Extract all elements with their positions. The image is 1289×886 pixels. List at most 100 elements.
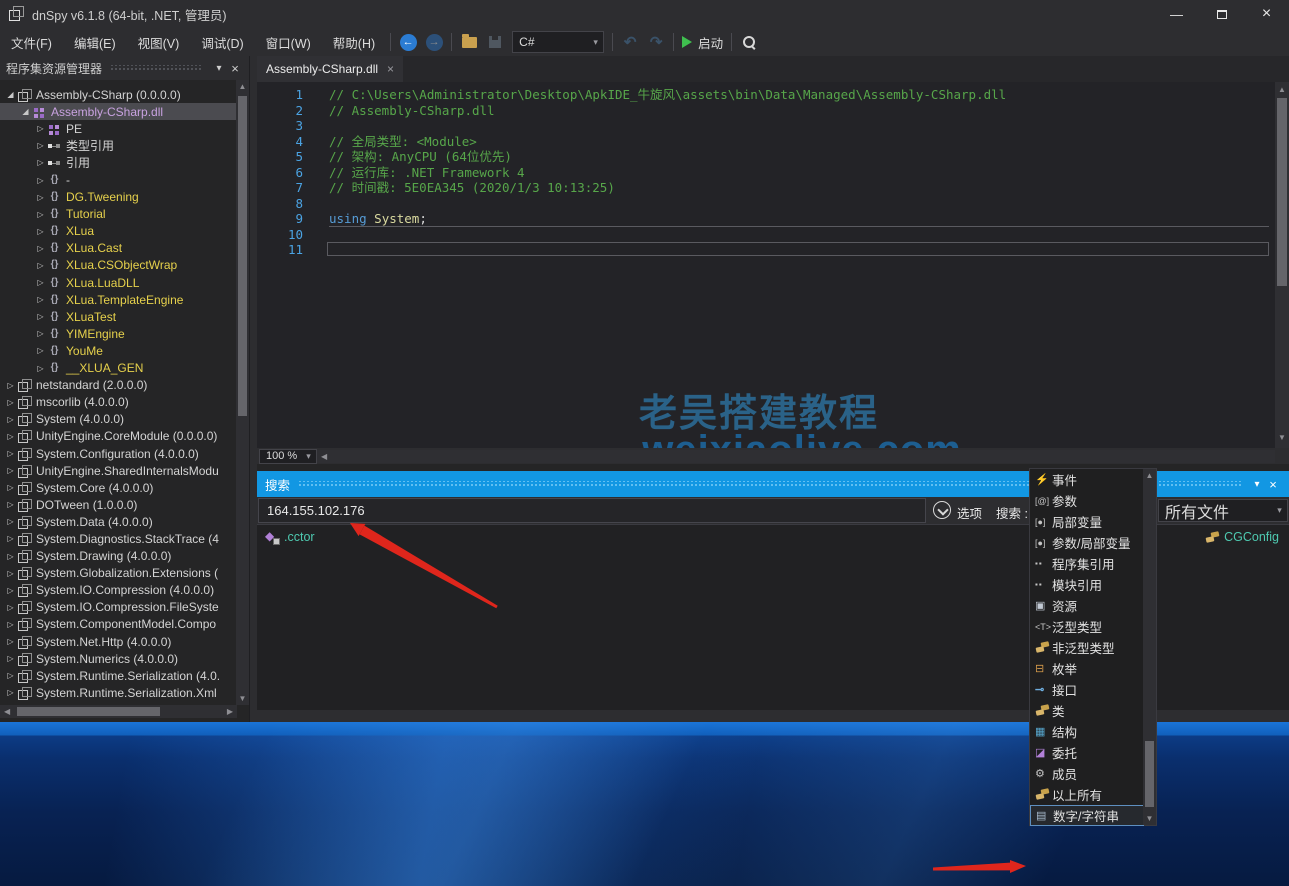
tree-item[interactable]: ▷System.Globalization.Extensions ( <box>0 565 237 582</box>
start-debug-button[interactable]: 启动 <box>678 30 727 54</box>
expander-closed-icon[interactable]: ▷ <box>4 569 17 578</box>
scroll-left-icon[interactable]: ◀ <box>4 705 10 718</box>
expander-closed-icon[interactable]: ▷ <box>34 261 47 270</box>
file-filter-combobox[interactable]: 所有文件 ▾ <box>1158 499 1288 522</box>
dropdown-item-ref[interactable]: ▪▪模块引用 <box>1030 574 1144 595</box>
tree-item[interactable]: ▷DOTween (1.0.0.0) <box>0 496 237 513</box>
scroll-up-icon[interactable]: ▲ <box>236 82 249 91</box>
dropdown-item-param[interactable]: [@]参数 <box>1030 490 1144 511</box>
code-editor[interactable]: 1// C:\Users\Administrator\Desktop\ApkID… <box>257 82 1289 448</box>
expander-closed-icon[interactable]: ▷ <box>4 398 17 407</box>
expander-closed-icon[interactable]: ▷ <box>34 278 47 287</box>
expander-closed-icon[interactable]: ▷ <box>4 603 17 612</box>
dropdown-item-struct[interactable]: ▦结构 <box>1030 721 1144 742</box>
tree-item[interactable]: ▷System.Drawing (4.0.0.0) <box>0 548 237 565</box>
scrollbar-thumb[interactable] <box>1145 741 1154 807</box>
search-result-type[interactable]: CGConfig <box>1205 530 1279 544</box>
expander-closed-icon[interactable]: ▷ <box>34 193 47 202</box>
expander-closed-icon[interactable]: ▷ <box>4 637 17 646</box>
expander-closed-icon[interactable]: ▷ <box>34 141 47 150</box>
dropdown-item-resource[interactable]: ▣资源 <box>1030 595 1144 616</box>
title-bar[interactable]: dnSpy v6.1.8 (64-bit, .NET, 管理员) — × <box>0 0 1289 28</box>
panel-splitter[interactable] <box>250 56 257 722</box>
assembly-explorer-header[interactable]: 程序集资源管理器 ▾ × <box>0 56 249 80</box>
tree-item[interactable]: ▷{}Tutorial <box>0 206 237 223</box>
expander-closed-icon[interactable]: ▷ <box>34 329 47 338</box>
tree-item[interactable]: ▷System.Diagnostics.StackTrace (4 <box>0 530 237 547</box>
expander-closed-icon[interactable]: ▷ <box>4 432 17 441</box>
options-label[interactable]: 选项 <box>957 503 982 522</box>
expander-closed-icon[interactable]: ▷ <box>4 552 17 561</box>
scroll-right-icon[interactable]: ▶ <box>227 705 233 718</box>
dropdown-scrollbar[interactable]: ▲ ▼ <box>1143 469 1156 825</box>
maximize-button[interactable] <box>1199 0 1244 28</box>
menu-item-5[interactable]: 窗口(W) <box>255 29 322 56</box>
dropdown-item-interface[interactable]: ⊸接口 <box>1030 679 1144 700</box>
tree-item[interactable]: ▷System.Data (4.0.0.0) <box>0 513 237 530</box>
chevron-down-icon[interactable]: ▾ <box>588 37 603 48</box>
tree-item[interactable]: ▷System.Runtime.Serialization.Xml <box>0 684 237 701</box>
scroll-up-icon[interactable]: ▲ <box>1275 85 1289 94</box>
tree-item[interactable]: ▷UnityEngine.SharedInternalsModu <box>0 462 237 479</box>
tree-item[interactable]: ▷UnityEngine.CoreModule (0.0.0.0) <box>0 428 237 445</box>
tree-item[interactable]: ▷System (4.0.0.0) <box>0 411 237 428</box>
expander-closed-icon[interactable]: ▷ <box>34 158 47 167</box>
tree-item[interactable]: ▷{}YouMe <box>0 342 237 359</box>
tree-item[interactable]: ▷mscorlib (4.0.0.0) <box>0 394 237 411</box>
open-file-button[interactable] <box>456 30 482 54</box>
expander-closed-icon[interactable]: ▷ <box>34 227 47 236</box>
expander-closed-icon[interactable]: ▷ <box>34 244 47 253</box>
menu-item-2[interactable]: 编辑(E) <box>63 29 127 56</box>
panel-close-button[interactable]: × <box>227 61 243 76</box>
save-all-button[interactable] <box>482 30 508 54</box>
dropdown-item-class[interactable]: 类 <box>1030 700 1144 721</box>
dropdown-item-ref[interactable]: ▪▪程序集引用 <box>1030 553 1144 574</box>
editor-vertical-scrollbar[interactable]: ▲ ▼ <box>1275 82 1289 448</box>
minimize-button[interactable]: — <box>1154 0 1199 28</box>
expander-closed-icon[interactable]: ▷ <box>4 534 17 543</box>
options-chevron-icon[interactable] <box>933 501 951 519</box>
dropdown-item-local[interactable]: [●]参数/局部变量 <box>1030 532 1144 553</box>
tree-item[interactable]: ▷{}XLuaTest <box>0 308 237 325</box>
menu-item-1[interactable]: 文件(F) <box>0 29 63 56</box>
expander-closed-icon[interactable]: ▷ <box>4 500 17 509</box>
tree-horizontal-scrollbar[interactable]: ◀ ▶ <box>0 705 237 718</box>
expander-closed-icon[interactable]: ▷ <box>4 449 17 458</box>
navigate-forward-button[interactable]: → <box>421 30 447 54</box>
tree-item[interactable]: ▷PE <box>0 120 237 137</box>
expander-closed-icon[interactable]: ▷ <box>4 620 17 629</box>
expander-open-icon[interactable]: ◢ <box>4 90 17 99</box>
expander-closed-icon[interactable]: ▷ <box>4 466 17 475</box>
expander-closed-icon[interactable]: ▷ <box>4 415 17 424</box>
expander-closed-icon[interactable]: ▷ <box>4 586 17 595</box>
tree-item[interactable]: ▷{}- <box>0 171 237 188</box>
menu-item-4[interactable]: 调试(D) <box>190 29 254 56</box>
close-button[interactable]: × <box>1244 0 1289 28</box>
dropdown-item-delegate[interactable]: ◪委托 <box>1030 742 1144 763</box>
scroll-down-icon[interactable]: ▼ <box>1275 433 1289 442</box>
tree-item[interactable]: ◢Assembly-CSharp (0.0.0.0) <box>0 86 237 103</box>
tree-item[interactable]: ▷{}XLua <box>0 223 237 240</box>
tree-item[interactable]: ▷System.Configuration (4.0.0.0) <box>0 445 237 462</box>
tree-item[interactable]: ▷{}DG.Tweening <box>0 189 237 206</box>
search-assemblies-button[interactable] <box>736 30 762 54</box>
dropdown-item-generic[interactable]: <T>泛型类型 <box>1030 616 1144 637</box>
tab-close-icon[interactable]: × <box>387 62 394 76</box>
tree-item[interactable]: ▷System.IO.Compression.FileSyste <box>0 599 237 616</box>
undo-button[interactable]: ↶ <box>617 30 643 54</box>
tree-item[interactable]: ▷{}YIMEngine <box>0 325 237 342</box>
navigate-back-button[interactable]: ← <box>395 30 421 54</box>
expander-closed-icon[interactable]: ▷ <box>4 688 17 697</box>
tree-item[interactable]: ◢Assembly-CSharp.dll <box>0 103 237 120</box>
dropdown-item-class[interactable]: 非泛型类型 <box>1030 637 1144 658</box>
expander-closed-icon[interactable]: ▷ <box>34 176 47 185</box>
expander-closed-icon[interactable]: ▷ <box>34 124 47 133</box>
dropdown-item-member[interactable]: ⚙成员 <box>1030 763 1144 784</box>
tree-item[interactable]: ▷引用 <box>0 154 237 171</box>
tree-item[interactable]: ▷类型引用 <box>0 137 237 154</box>
menu-item-6[interactable]: 帮助(H) <box>322 29 386 56</box>
scrollbar-thumb[interactable] <box>1277 98 1287 286</box>
menu-item-3[interactable]: 视图(V) <box>127 29 191 56</box>
dropdown-item-local[interactable]: [●]局部变量 <box>1030 511 1144 532</box>
search-result-cctor[interactable]: .cctor <box>265 530 315 544</box>
